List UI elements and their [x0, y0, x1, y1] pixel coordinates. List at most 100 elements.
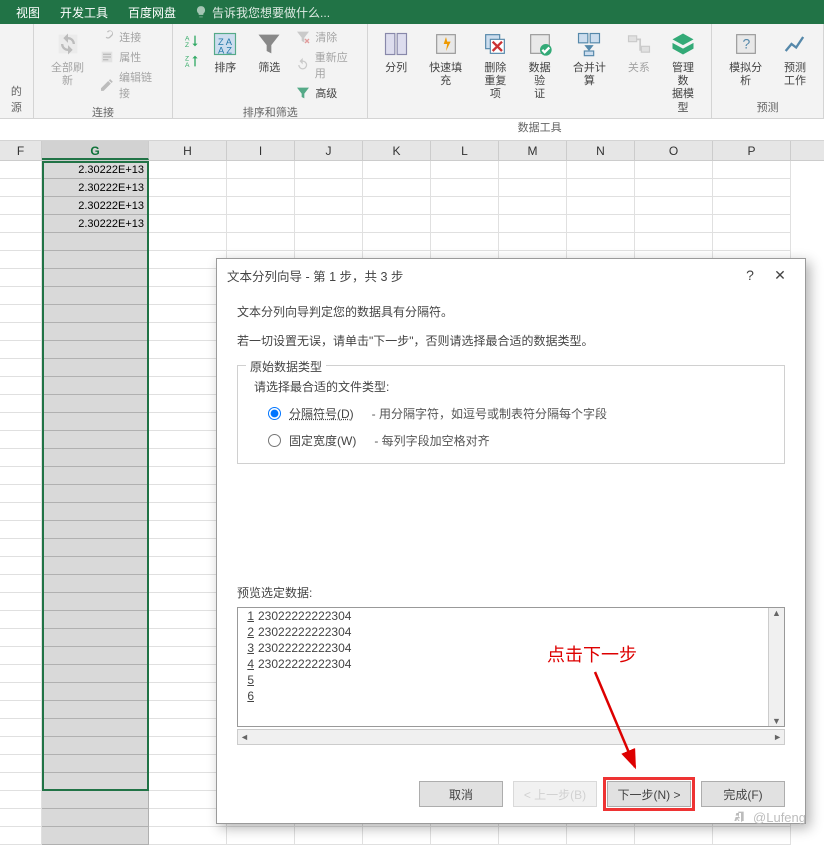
relationships-button[interactable]: 关系: [619, 26, 659, 77]
flash-fill-button[interactable]: 快速填充: [420, 26, 471, 90]
validation-icon: [526, 30, 554, 58]
whatif-button[interactable]: ? 模拟分析: [720, 26, 771, 90]
column-header-I[interactable]: I: [227, 141, 295, 160]
sort-desc-button[interactable]: ZA: [181, 52, 201, 70]
consolidate-icon: [575, 30, 603, 58]
sort-asc-button[interactable]: AZ: [181, 32, 201, 50]
data-tools-group-label: 数据工具: [376, 117, 703, 138]
group-forecast: ? 模拟分析 预测 工作 预测: [712, 24, 824, 118]
text-to-columns-wizard-dialog: 文本分列向导 - 第 1 步，共 3 步 ? ✕ 文本分列向导判定您的数据具有分…: [216, 258, 806, 824]
consolidate-button[interactable]: 合并计算: [564, 26, 615, 90]
filter-button[interactable]: 筛选: [249, 26, 289, 77]
tell-me[interactable]: 告诉我您想要做什么...: [194, 4, 330, 21]
lightbulb-icon: [194, 5, 208, 19]
text-to-columns-button[interactable]: 分列: [376, 26, 416, 77]
sort-asc-icon: AZ: [183, 33, 199, 49]
sort-desc-icon: ZA: [183, 53, 199, 69]
column-header-M[interactable]: M: [499, 141, 567, 160]
edit-links-icon: [99, 77, 115, 93]
column-header-G[interactable]: G: [42, 141, 149, 160]
next-button[interactable]: 下一步(N) >: [607, 781, 691, 807]
radio-delimited[interactable]: 分隔符号(D) - 用分隔字符，如逗号或制表符分隔每个字段: [268, 405, 772, 422]
properties-icon: [99, 49, 115, 65]
column-header-N[interactable]: N: [567, 141, 635, 160]
column-header-L[interactable]: L: [431, 141, 499, 160]
dialog-titlebar: 文本分列向导 - 第 1 步，共 3 步 ? ✕: [217, 259, 805, 291]
preview-label: 预览选定数据:: [237, 584, 785, 601]
svg-text:Z: Z: [185, 55, 189, 62]
annotation-text: 点击下一步: [547, 641, 637, 667]
flash-fill-icon: [432, 30, 460, 58]
group-data-tools: 分列 快速填充 删除 重复项 数据验 证 合并计算 关系: [368, 24, 712, 118]
dialog-close-button[interactable]: ✕: [765, 267, 795, 284]
cell-G3[interactable]: 2.30222E+13: [42, 179, 149, 197]
text-to-columns-icon: [382, 30, 410, 58]
tab-baidu[interactable]: 百度网盘: [118, 0, 186, 25]
radio-delimited-input[interactable]: [268, 407, 281, 420]
sort-button[interactable]: Z AA Z 排序: [205, 26, 245, 77]
relations-icon: [625, 30, 653, 58]
ribbon: 的源 全部刷新 连接 属性 编辑链接 连接 AZ ZA Z AA Z 排序: [0, 24, 824, 119]
cancel-button[interactable]: 取消: [419, 781, 503, 807]
ribbon-tabs: 视图 开发工具 百度网盘 告诉我您想要做什么...: [0, 0, 824, 24]
data-validation-button[interactable]: 数据验 证: [520, 26, 560, 104]
group-connections: 全部刷新 连接 属性 编辑链接 连接: [34, 24, 174, 118]
original-data-type-group: 原始数据类型 请选择最合适的文件类型: 分隔符号(D) - 用分隔字符，如逗号或…: [237, 365, 785, 464]
connections-button[interactable]: 连接: [97, 28, 164, 46]
link-icon: [99, 29, 115, 45]
whatif-icon: ?: [732, 30, 760, 58]
reapply-icon: [295, 57, 310, 73]
back-button[interactable]: < 上一步(B): [513, 781, 597, 807]
preview-scrollbar-v[interactable]: ▲▼: [768, 608, 784, 726]
source-label: 的源: [8, 81, 25, 118]
forecast-group-label: 预测: [720, 97, 815, 118]
data-model-icon: [669, 30, 697, 58]
svg-text:Z: Z: [185, 42, 189, 49]
sort-filter-group-label: 排序和筛选: [181, 102, 359, 123]
tab-view[interactable]: 视图: [6, 0, 50, 25]
group-sort-filter: AZ ZA Z AA Z 排序 筛选 清除 重新应用 高级 排序和筛选: [173, 24, 368, 118]
connections-group-label: 连接: [42, 102, 165, 123]
forecast-sheet-button[interactable]: 预测 工作: [775, 26, 815, 90]
dialog-title: 文本分列向导 - 第 1 步，共 3 步: [227, 266, 735, 285]
reapply-button[interactable]: 重新应用: [293, 48, 359, 82]
remove-duplicates-button[interactable]: 删除 重复项: [475, 26, 515, 104]
group-source: 的源: [0, 24, 34, 118]
watermark: @Lufeng: [731, 809, 806, 825]
hint-2: 若一切设置无误，请单击"下一步"，否则请选择最合适的数据类型。: [237, 332, 785, 349]
sort-icon: Z AA Z: [211, 30, 239, 58]
properties-button[interactable]: 属性: [97, 48, 164, 66]
column-header-H[interactable]: H: [149, 141, 227, 160]
remove-dup-icon: [481, 30, 509, 58]
clear-icon: [295, 29, 311, 45]
svg-text:A Z: A Z: [218, 45, 232, 55]
zhihu-icon: [731, 809, 747, 825]
advanced-filter-button[interactable]: 高级: [293, 84, 359, 102]
edit-links-button[interactable]: 编辑链接: [97, 68, 164, 102]
advanced-icon: [295, 85, 311, 101]
finish-button[interactable]: 完成(F): [701, 781, 785, 807]
tab-developer[interactable]: 开发工具: [50, 0, 118, 25]
funnel-icon: [255, 30, 283, 58]
preview-scrollbar-h[interactable]: ◄►: [237, 729, 785, 745]
cell-G4[interactable]: 2.30222E+13: [42, 197, 149, 215]
cell-G2[interactable]: 2.30222E+13: [42, 161, 149, 179]
radio-fixed-width-input[interactable]: [268, 434, 281, 447]
refresh-icon: [54, 30, 82, 58]
hint-1: 文本分列向导判定您的数据具有分隔符。: [237, 303, 785, 320]
column-header-J[interactable]: J: [295, 141, 363, 160]
column-header-K[interactable]: K: [363, 141, 431, 160]
refresh-all-button[interactable]: 全部刷新: [42, 26, 93, 90]
dialog-help-button[interactable]: ?: [735, 267, 765, 283]
column-header-P[interactable]: P: [713, 141, 791, 160]
radio-fixed-width[interactable]: 固定宽度(W) - 每列字段加空格对齐: [268, 432, 772, 449]
svg-text:?: ?: [742, 36, 750, 52]
column-header-F[interactable]: F: [0, 141, 42, 160]
svg-text:A: A: [185, 62, 190, 69]
annotation-arrow-icon: [587, 667, 647, 777]
cell-G5[interactable]: 2.30222E+13: [42, 215, 149, 233]
data-model-button[interactable]: 管理数 据模型: [663, 26, 703, 117]
preview-box: 123456 230222222223042302222222230423022…: [237, 607, 785, 727]
column-header-O[interactable]: O: [635, 141, 713, 160]
clear-filter-button[interactable]: 清除: [293, 28, 359, 46]
